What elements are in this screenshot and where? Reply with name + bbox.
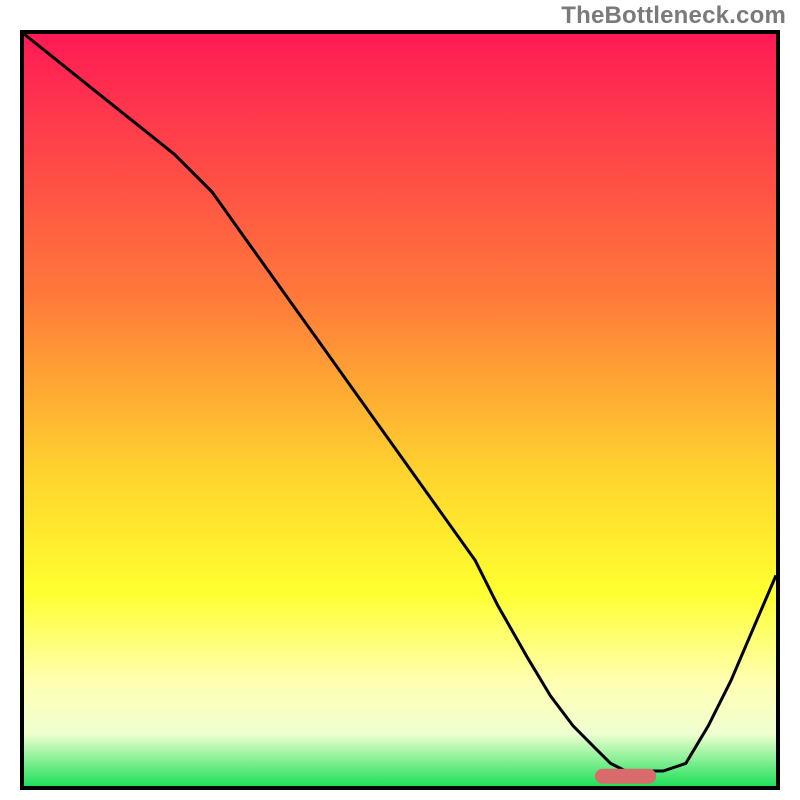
plot-area bbox=[24, 34, 776, 786]
plot-svg bbox=[24, 34, 776, 786]
watermark-text: TheBottleneck.com bbox=[561, 2, 786, 30]
optimal-marker bbox=[596, 769, 656, 783]
gradient-background bbox=[24, 34, 776, 786]
chart-container: TheBottleneck.com bbox=[0, 0, 800, 800]
